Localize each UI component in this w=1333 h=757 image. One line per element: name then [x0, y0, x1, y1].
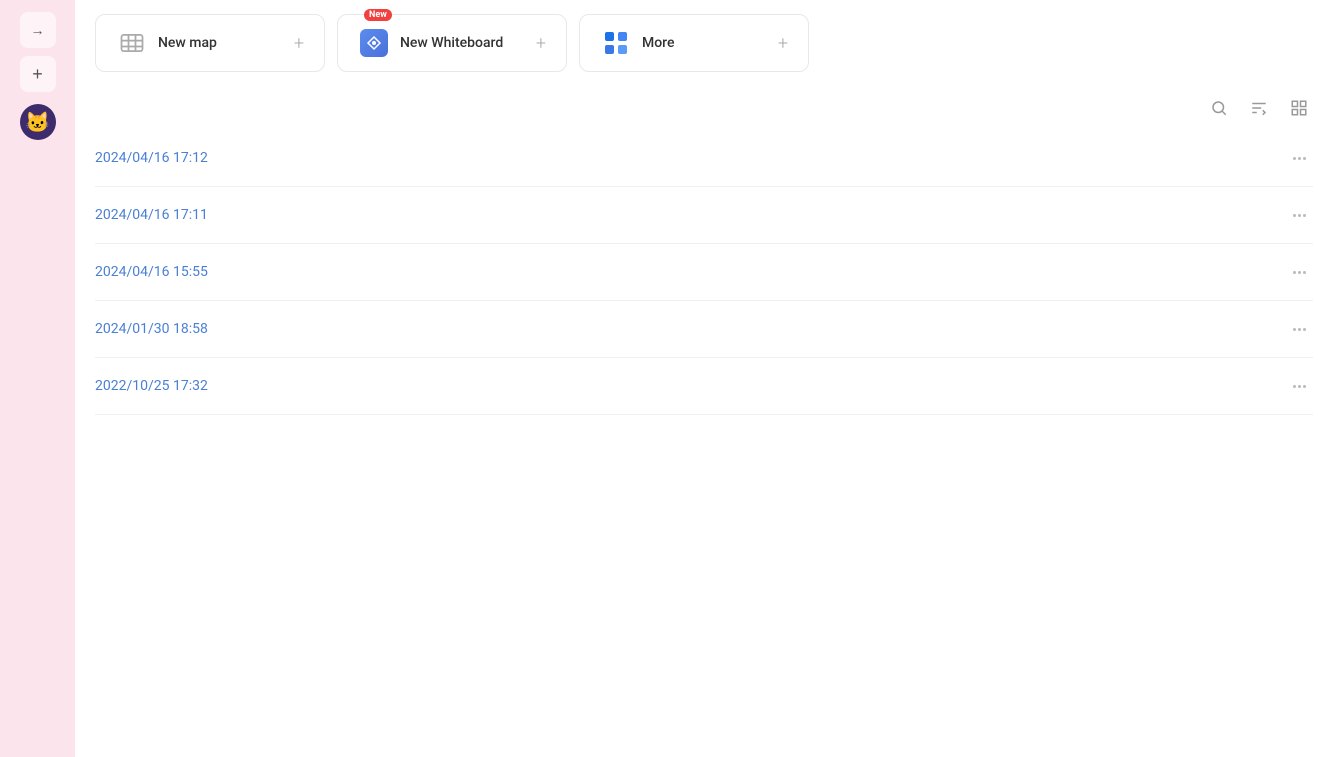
new-whiteboard-card[interactable]: New New Whiteboard + — [337, 14, 567, 72]
list-item[interactable]: 2024/04/16 17:12 — [95, 130, 1313, 187]
new-whiteboard-plus: + — [536, 33, 546, 54]
list-item-date: 2024/04/16 17:12 — [95, 150, 1285, 166]
plus-icon: + — [32, 64, 43, 85]
new-whiteboard-label: New Whiteboard — [400, 35, 526, 51]
main-content: New map + New New Whiteboard + — [75, 0, 1333, 757]
more-label: More — [642, 35, 768, 51]
three-dots-icon — [1293, 328, 1306, 331]
three-dots-icon — [1293, 271, 1306, 274]
more-grid-icon — [600, 27, 632, 59]
map-icon — [116, 27, 148, 59]
search-button[interactable] — [1205, 94, 1233, 122]
whiteboard-icon — [358, 27, 390, 59]
new-map-card[interactable]: New map + — [95, 14, 325, 72]
quick-actions-bar: New map + New New Whiteboard + — [75, 0, 1333, 86]
list-item[interactable]: 2024/04/16 17:11 — [95, 187, 1313, 244]
avatar-emoji: 🐱 — [25, 110, 50, 134]
three-dots-icon — [1293, 385, 1306, 388]
avatar[interactable]: 🐱 — [20, 104, 56, 140]
new-map-label: New map — [158, 35, 284, 51]
list-item-date: 2022/10/25 17:32 — [95, 378, 1285, 394]
list-item-more-button[interactable] — [1285, 315, 1313, 343]
list-item[interactable]: 2024/01/30 18:58 — [95, 301, 1313, 358]
new-badge: New — [364, 9, 392, 21]
list-item-more-button[interactable] — [1285, 372, 1313, 400]
layout-button[interactable] — [1285, 94, 1313, 122]
list-item[interactable]: 2022/10/25 17:32 — [95, 358, 1313, 415]
sidebar-back-button[interactable]: → — [20, 12, 56, 48]
sort-icon — [1250, 99, 1268, 117]
list-item-more-button[interactable] — [1285, 258, 1313, 286]
list-item-date: 2024/04/16 15:55 — [95, 264, 1285, 280]
search-icon — [1210, 99, 1228, 117]
sort-button[interactable] — [1245, 94, 1273, 122]
more-card[interactable]: More + — [579, 14, 809, 72]
layout-icon — [1290, 99, 1308, 117]
list-area: 2024/04/16 17:12 2024/04/16 17:11 2024/0… — [75, 130, 1333, 757]
sidebar-add-button[interactable]: + — [20, 56, 56, 92]
arrow-left-icon: → — [31, 22, 45, 38]
list-item-date: 2024/04/16 17:11 — [95, 207, 1285, 223]
list-item-more-button[interactable] — [1285, 144, 1313, 172]
more-plus: + — [778, 33, 788, 54]
list-item-more-button[interactable] — [1285, 201, 1313, 229]
list-item[interactable]: 2024/04/16 15:55 — [95, 244, 1313, 301]
three-dots-icon — [1293, 214, 1306, 217]
list-item-date: 2024/01/30 18:58 — [95, 321, 1285, 337]
new-map-plus: + — [294, 33, 304, 54]
sidebar: → + 🐱 — [0, 0, 75, 757]
three-dots-icon — [1293, 157, 1306, 160]
toolbar — [75, 86, 1333, 130]
